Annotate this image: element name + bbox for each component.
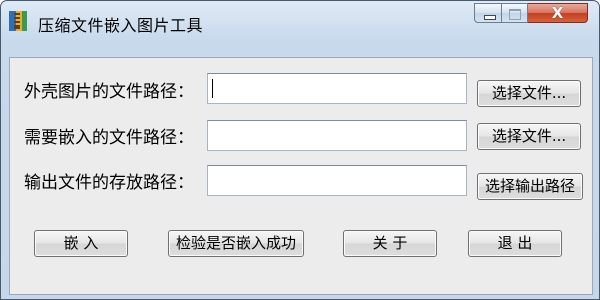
embed-path-input[interactable]: [207, 120, 467, 151]
output-path-input[interactable]: [207, 165, 467, 196]
embed-button[interactable]: 嵌 入: [34, 230, 128, 257]
shell-path-label: 外壳图片的文件路径：: [24, 82, 194, 102]
window-title: 压缩文件嵌入图片工具: [38, 16, 204, 35]
browse-shell-button[interactable]: 选择文件...: [477, 80, 581, 107]
minimize-button[interactable]: [474, 3, 502, 23]
main-window: 压缩文件嵌入图片工具 X 外壳图片的文件路径： 选择文件... 需要嵌入的文件路…: [0, 0, 600, 300]
browse-output-button[interactable]: 选择输出路径: [477, 173, 583, 200]
maximize-button[interactable]: [502, 3, 528, 23]
minimize-icon: [484, 15, 496, 20]
output-path-label: 输出文件的存放路径：: [24, 173, 194, 193]
verify-embed-button[interactable]: 检验是否嵌入成功: [168, 230, 304, 257]
close-icon: X: [551, 4, 564, 22]
app-icon: [7, 10, 29, 32]
about-button[interactable]: 关 于: [343, 230, 437, 257]
text-caret: [212, 79, 213, 98]
client-area: 外壳图片的文件路径： 选择文件... 需要嵌入的文件路径： 选择文件... 输出…: [9, 57, 593, 295]
maximize-icon: [509, 9, 521, 20]
close-button[interactable]: X: [528, 3, 588, 23]
shell-path-input[interactable]: [207, 73, 467, 104]
title-bar[interactable]: 压缩文件嵌入图片工具 X: [1, 1, 599, 39]
browse-embed-button[interactable]: 选择文件...: [477, 123, 581, 150]
embed-path-label: 需要嵌入的文件路径：: [24, 128, 194, 148]
exit-button[interactable]: 退 出: [468, 230, 562, 257]
